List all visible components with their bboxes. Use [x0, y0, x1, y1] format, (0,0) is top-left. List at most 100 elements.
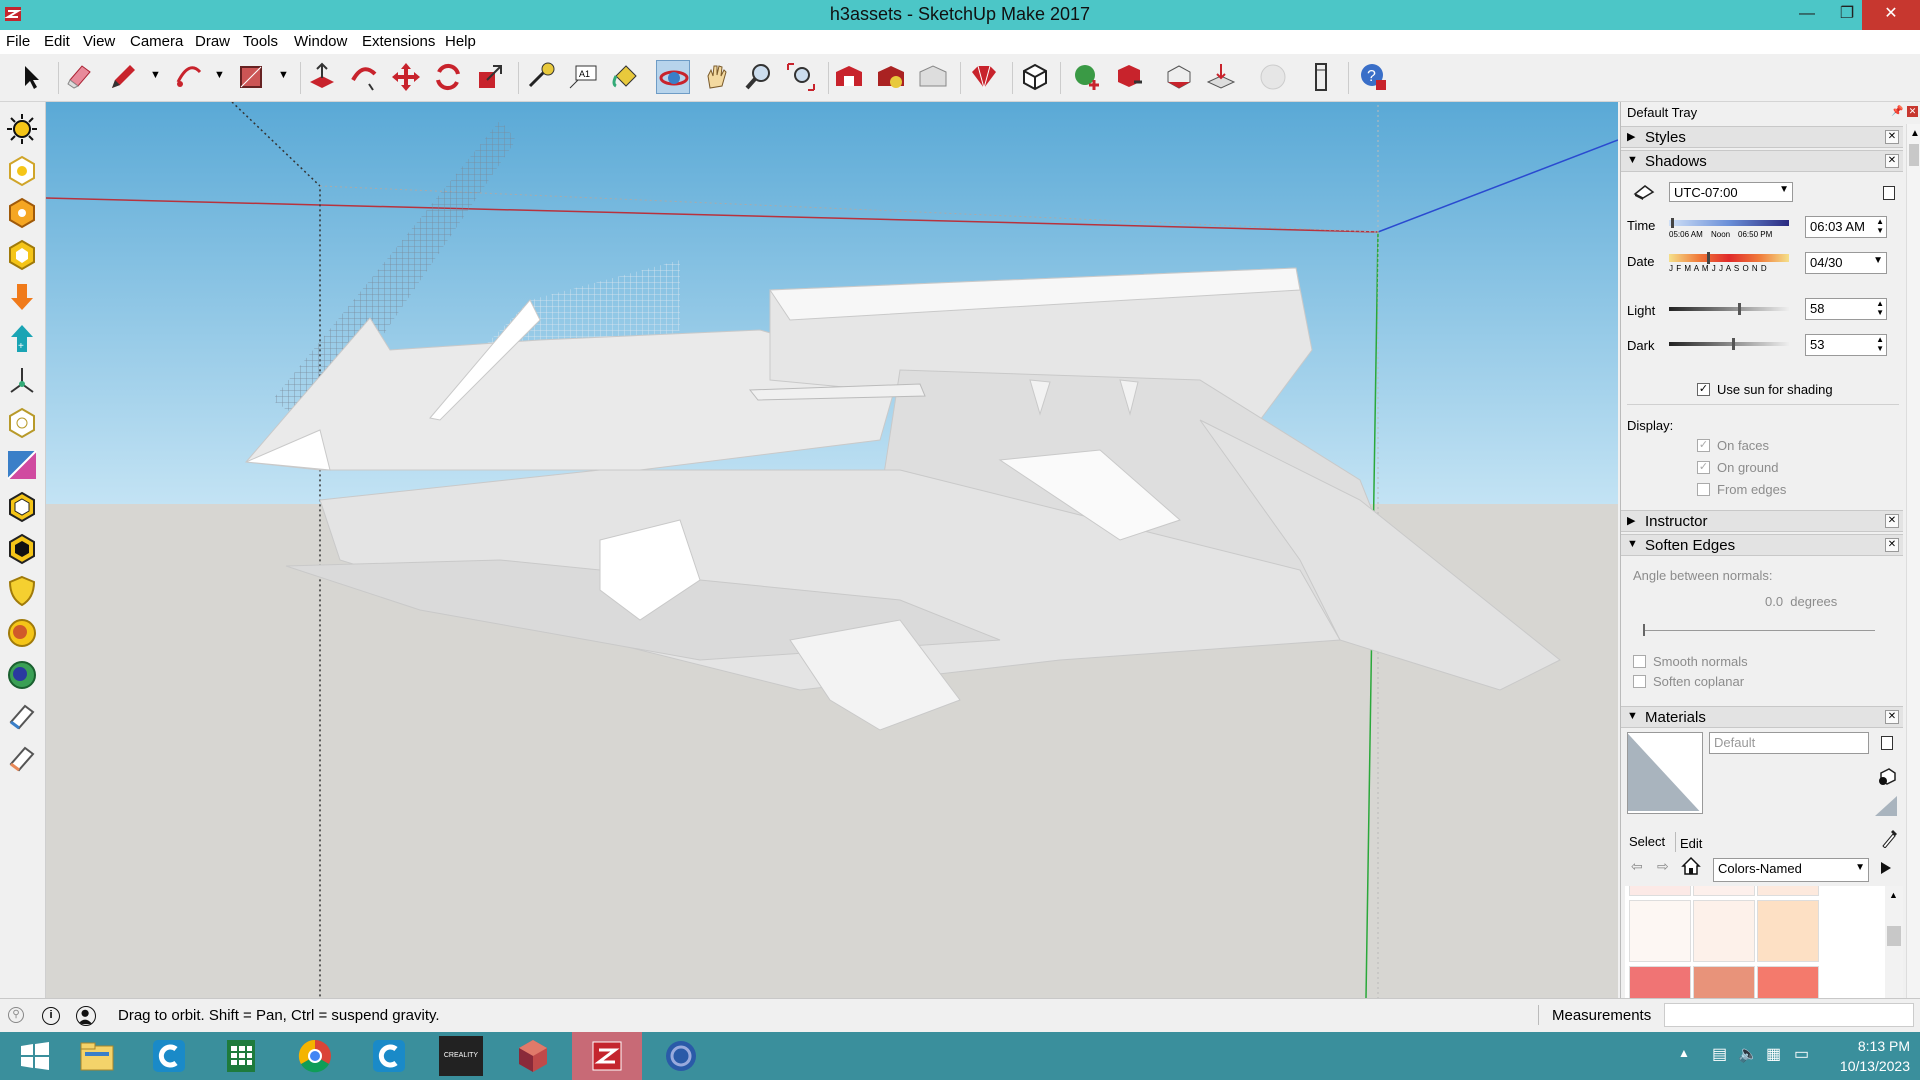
- angle-slider-thumb[interactable]: [1643, 624, 1645, 636]
- spinner-icon[interactable]: ▲ ▼: [1876, 299, 1884, 317]
- panel-soften-edges[interactable]: ▼ Soften Edges ✕: [1621, 534, 1903, 556]
- menu-extensions[interactable]: Extensions: [362, 33, 435, 50]
- swatch-3[interactable]: [1629, 900, 1691, 962]
- scroll-up-icon[interactable]: ▲: [1910, 128, 1920, 139]
- create-material-icon[interactable]: [1877, 766, 1897, 786]
- user-icon[interactable]: [76, 1006, 96, 1026]
- sketchup-icon[interactable]: [572, 1032, 642, 1080]
- swatch-8[interactable]: [1757, 966, 1819, 998]
- select-icon[interactable]: [14, 60, 48, 94]
- material-name-field[interactable]: Default: [1709, 732, 1869, 754]
- component-icon[interactable]: [1018, 60, 1052, 94]
- minimize-icon[interactable]: —: [1787, 0, 1827, 30]
- geo-icon[interactable]: [5, 196, 39, 230]
- layout-icon[interactable]: [916, 60, 950, 94]
- ccleaner-alt-icon[interactable]: [354, 1032, 424, 1080]
- close-icon[interactable]: ✕: [1862, 0, 1920, 30]
- forward-icon[interactable]: ⇨: [1657, 858, 1669, 875]
- light-slider[interactable]: [1669, 303, 1789, 315]
- orange-blob-icon[interactable]: [5, 616, 39, 650]
- scroll-up-icon[interactable]: ▲: [1889, 890, 1898, 900]
- pencil-icon[interactable]: [106, 60, 140, 94]
- orbit-icon[interactable]: [656, 60, 690, 94]
- up-arrow-icon[interactable]: +: [5, 322, 39, 356]
- sun-icon[interactable]: [5, 112, 39, 146]
- swatch-scrollbar[interactable]: ▲: [1885, 886, 1903, 998]
- details-toggle-icon[interactable]: [1883, 186, 1895, 200]
- tray-close-icon[interactable]: ✕: [1907, 106, 1918, 117]
- pin-icon[interactable]: 📌: [1891, 106, 1903, 117]
- solid-tools-icon[interactable]: [1304, 60, 1338, 94]
- clock-date[interactable]: 10/13/2023: [1830, 1058, 1910, 1074]
- scroll-thumb[interactable]: [1909, 144, 1919, 166]
- file-explorer-icon[interactable]: [62, 1032, 132, 1080]
- shadow-toggle-icon[interactable]: [1633, 182, 1655, 200]
- details-arrow-icon[interactable]: [1877, 858, 1897, 878]
- ruby-icon[interactable]: [966, 60, 1000, 94]
- location-icon[interactable]: [5, 154, 39, 188]
- light-field[interactable]: 58 ▲ ▼: [1805, 298, 1887, 320]
- swatch-0[interactable]: [1629, 886, 1691, 896]
- timezone-select[interactable]: UTC-07:00 ▼: [1669, 182, 1793, 202]
- restore-icon[interactable]: ❐: [1827, 0, 1867, 30]
- sphere-icon[interactable]: [1256, 60, 1290, 94]
- volume-icon[interactable]: 🔈: [1738, 1044, 1758, 1064]
- close-panel-icon[interactable]: ✕: [1885, 514, 1899, 528]
- 3d-viewport[interactable]: [46, 102, 1618, 998]
- dark-field[interactable]: 53 ▲ ▼: [1805, 334, 1887, 356]
- ccleaner-icon[interactable]: [134, 1032, 204, 1080]
- menu-file[interactable]: File: [6, 33, 30, 50]
- signal-icon[interactable]: ▭: [1794, 1044, 1809, 1064]
- device-icon[interactable]: ▤: [1712, 1044, 1727, 1064]
- eraser-icon[interactable]: [62, 60, 96, 94]
- smooth-normals-checkbox[interactable]: [1633, 655, 1646, 668]
- extension-warehouse-icon[interactable]: [874, 60, 908, 94]
- close-panel-icon[interactable]: ✕: [1885, 154, 1899, 168]
- sample-paint-icon[interactable]: [1873, 794, 1899, 818]
- angle-slider[interactable]: [1643, 624, 1875, 636]
- tab-select[interactable]: Select: [1629, 834, 1665, 849]
- smoove-icon[interactable]: [1162, 60, 1196, 94]
- menu-edit[interactable]: Edit: [44, 33, 70, 50]
- close-panel-icon[interactable]: ✕: [1885, 538, 1899, 552]
- home-icon[interactable]: [1681, 856, 1701, 876]
- panel-styles[interactable]: ▶ Styles ✕: [1621, 126, 1903, 148]
- measurements-input[interactable]: [1664, 1003, 1914, 1027]
- tape-measure-icon[interactable]: [524, 60, 558, 94]
- date-slider[interactable]: [1669, 252, 1789, 264]
- on-faces-checkbox[interactable]: ✓: [1697, 439, 1710, 452]
- details-toggle-icon[interactable]: [1881, 736, 1893, 750]
- on-ground-checkbox[interactable]: ✓: [1697, 461, 1710, 474]
- section-icon[interactable]: [5, 406, 39, 440]
- menu-camera[interactable]: Camera: [130, 33, 183, 50]
- geolocation-icon[interactable]: ⚲: [8, 1007, 24, 1023]
- network-icon[interactable]: ▦: [1766, 1044, 1781, 1064]
- swatch-1[interactable]: [1693, 886, 1755, 896]
- rectangle-icon[interactable]: [234, 60, 268, 94]
- rotate-icon[interactable]: [431, 60, 465, 94]
- down-arrow-icon[interactable]: [5, 280, 39, 314]
- shield-icon[interactable]: [5, 574, 39, 608]
- back-icon[interactable]: ⇦: [1631, 858, 1643, 875]
- text-icon[interactable]: A1: [566, 60, 600, 94]
- tray-up-icon[interactable]: ▲: [1678, 1046, 1690, 1060]
- spreadsheet-icon[interactable]: [206, 1032, 276, 1080]
- arc-dropdown-icon[interactable]: ▼: [214, 69, 225, 81]
- dark-slider-thumb[interactable]: [1732, 338, 1735, 350]
- time-field[interactable]: 06:03 AM ▲ ▼: [1805, 216, 1887, 238]
- date-field[interactable]: 04/30 ▼: [1805, 252, 1887, 274]
- from-edges-checkbox[interactable]: [1697, 483, 1710, 496]
- hexagon-icon[interactable]: [5, 490, 39, 524]
- eraser-soft-icon[interactable]: [5, 742, 39, 776]
- browser-icon[interactable]: [646, 1032, 716, 1080]
- menu-help[interactable]: Help: [445, 33, 476, 50]
- swatch-4[interactable]: [1693, 900, 1755, 962]
- black-hexagon-icon[interactable]: [5, 532, 39, 566]
- rectangle-dropdown-icon[interactable]: ▼: [278, 69, 289, 81]
- menu-view[interactable]: View: [83, 33, 115, 50]
- dark-slider[interactable]: [1669, 338, 1789, 350]
- menu-draw[interactable]: Draw: [195, 33, 230, 50]
- shape-icon[interactable]: [5, 238, 39, 272]
- soften-coplanar-checkbox[interactable]: [1633, 675, 1646, 688]
- spinner-icon[interactable]: ▲ ▼: [1876, 335, 1884, 353]
